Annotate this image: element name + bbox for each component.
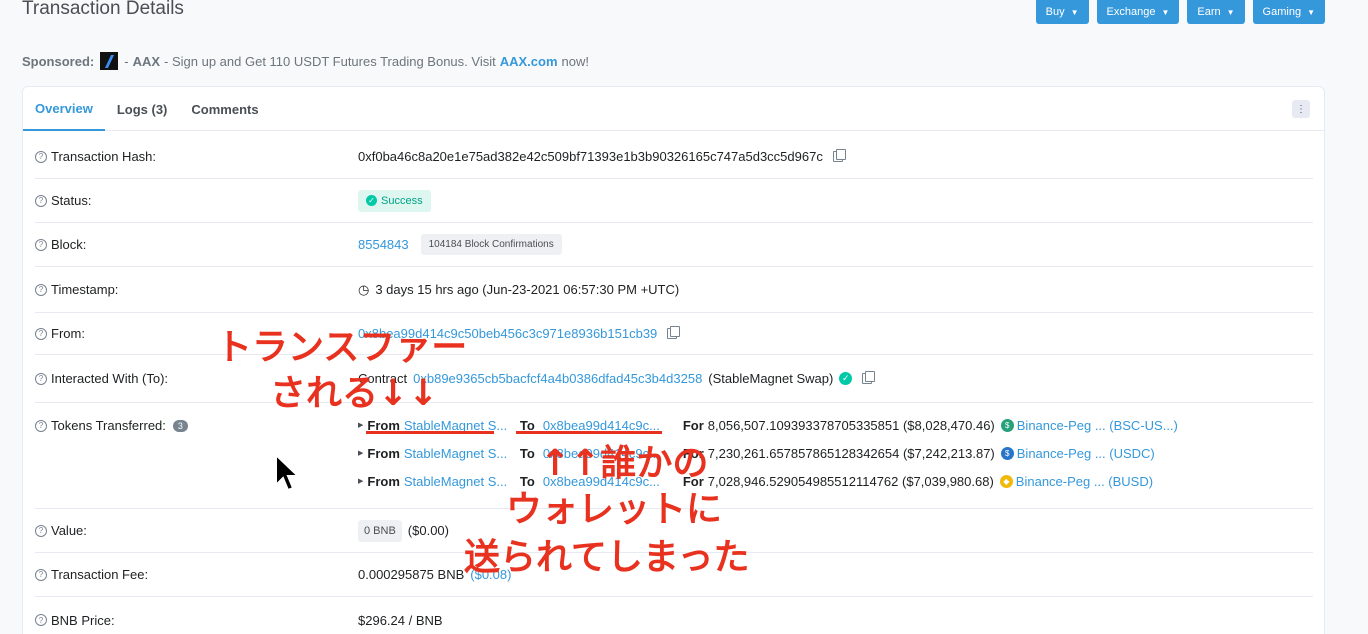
top-nav: Buy ▼ Exchange ▼ Earn ▼ Gaming ▼ [1035, 0, 1325, 24]
timestamp-value: 3 days 15 hrs ago (Jun-23-2021 06:57:30 … [375, 282, 680, 297]
help-icon[interactable]: ? [35, 327, 47, 340]
buy-button[interactable]: Buy ▼ [1035, 0, 1089, 24]
busd-token-icon: ◆ [999, 474, 1013, 488]
status-badge: ✓ Success [358, 189, 431, 212]
earn-button[interactable]: Earn ▼ [1187, 0, 1245, 24]
help-icon[interactable]: ? [35, 372, 47, 385]
transfer-from-link[interactable]: StableMagnet S... [404, 446, 520, 461]
token-transfer-item: ▶ From StableMagnet S... To 0x8bea99d414… [358, 417, 1178, 433]
help-icon[interactable]: ? [35, 524, 47, 537]
help-icon[interactable]: ? [35, 238, 47, 251]
help-icon[interactable]: ? [35, 194, 47, 207]
row-bnb-price: ? BNB Price: $296.24 / BNB [35, 597, 1313, 634]
token-transfer-list: ▶ From StableMagnet S... To 0x8bea99d414… [358, 411, 1178, 495]
sponsor-suffix: now! [561, 53, 589, 69]
chevron-down-icon: ▼ [1307, 7, 1315, 17]
value-usd: ($0.00) [407, 523, 449, 538]
token-count-badge: 3 [172, 419, 188, 432]
help-icon[interactable]: ? [35, 614, 47, 626]
row-timestamp: ? Timestamp: ◷ 3 days 15 hrs ago (Jun-23-2… [35, 267, 1313, 313]
tab-bar: Overview Logs (3) Comments ⋮ [23, 87, 1324, 131]
gaming-button[interactable]: Gaming ▼ [1252, 0, 1325, 24]
annotation-underline-to [516, 431, 662, 434]
token-transfer-item: ▶ From StableMagnet S... To 0x8bea99d414… [358, 445, 1155, 461]
exchange-button[interactable]: Exchange ▼ [1096, 0, 1180, 24]
help-icon[interactable]: ? [35, 568, 47, 581]
annotation-text-sareru: される↓↓ [270, 373, 439, 414]
help-icon[interactable]: ? [35, 150, 47, 163]
more-options-icon[interactable]: ⋮ [1292, 100, 1310, 118]
annotation-text-transfer: トランスファー [216, 327, 468, 368]
copy-icon[interactable] [862, 371, 876, 384]
row-status: ? Status: ✓ Success [35, 179, 1313, 223]
bnb-value-badge: 0 BNB [358, 519, 402, 542]
block-number-link[interactable]: 8554843 [358, 237, 409, 252]
contract-name: (StableMagnet Swap) [708, 371, 834, 386]
confirmations-badge: 104184 Block Confirmations [420, 234, 562, 255]
transfer-from-link[interactable]: StableMagnet S... [404, 474, 520, 489]
annotation-text-wallet: ウォレットに [506, 489, 723, 530]
sponsored-banner: Sponsored: - AAX - Sign up and Get 110 U… [22, 52, 589, 70]
sponsored-label: Sponsored: [22, 53, 95, 69]
sponsor-link[interactable]: AAX.com [500, 54, 558, 69]
row-transaction-hash: ? Transaction Hash: 0xf0ba46c8a20e1e75ad3… [35, 135, 1313, 179]
page-title: Transaction Details [22, 0, 184, 19]
bnb-price-value: $296.24 / BNB [358, 612, 443, 628]
tab-comments[interactable]: Comments [179, 87, 270, 131]
transfer-amount: 7,028,946.529054985512114762 ($7,039,980… [707, 473, 994, 489]
help-icon[interactable]: ? [35, 419, 47, 432]
sponsor-brand[interactable]: AAX [133, 54, 160, 69]
contract-address-link[interactable]: 0xb89e9365cb5bacfcf4a4b0386dfad45c3b4d32… [413, 371, 702, 386]
annotation-underline-from [366, 431, 494, 434]
mouse-cursor-icon [275, 453, 300, 492]
token-link[interactable]: Binance-Peg ... (BSC-US...) [1017, 418, 1178, 433]
caret-right-icon: ▶ [358, 422, 364, 429]
transaction-hash: 0xf0ba46c8a20e1e75ad382e42c509bf71393e1b… [358, 149, 823, 164]
copy-icon[interactable] [667, 326, 681, 339]
usdt-token-icon: $ [1000, 418, 1014, 432]
caret-right-icon: ▶ [358, 450, 364, 457]
transfer-amount: 7,230,261.657857865128342654 ($7,242,213… [707, 445, 995, 461]
chevron-down-icon: ▼ [1070, 7, 1079, 17]
annotation-text-sent: 送られてしまった [464, 537, 750, 578]
caret-right-icon: ▶ [358, 478, 364, 485]
aax-logo-icon[interactable] [100, 52, 119, 70]
sponsor-text: - Sign up and Get 110 USDT Futures Tradi… [164, 53, 496, 69]
token-transfer-item: ▶ From StableMagnet S... To 0x8bea99d414… [358, 473, 1154, 489]
token-link[interactable]: Binance-Peg ... (BUSD) [1016, 474, 1153, 489]
verified-check-icon: ✓ [839, 372, 853, 385]
token-link[interactable]: Binance-Peg ... (USDC) [1017, 446, 1155, 461]
usdc-token-icon: $ [1000, 446, 1014, 460]
copy-icon[interactable] [832, 149, 846, 162]
tab-logs[interactable]: Logs (3) [105, 87, 180, 131]
transfer-amount: 8,056,507.109393378705335851 ($8,028,470… [707, 417, 995, 433]
chevron-down-icon: ▼ [1161, 7, 1170, 17]
help-icon[interactable]: ? [35, 283, 47, 296]
clock-icon: ◷ [358, 281, 370, 297]
chevron-down-icon: ▼ [1226, 7, 1235, 17]
tab-overview[interactable]: Overview [23, 87, 105, 131]
fee-value: 0.000295875 BNB [358, 567, 465, 582]
annotation-text-someone: ↑↑誰かの [540, 443, 709, 484]
check-circle-icon: ✓ [366, 195, 377, 206]
row-block: ? Block: 8554843 104184 Block Confirmation… [35, 223, 1313, 267]
